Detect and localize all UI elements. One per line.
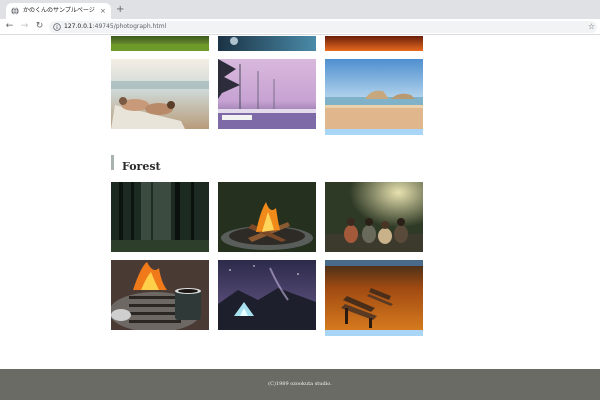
globe-icon	[11, 7, 19, 15]
dark-water-photo-icon[interactable]	[218, 36, 316, 51]
url-text[interactable]: 127.0.0.1:49745/photograph.html	[64, 22, 166, 32]
url-host: 127.0.0.1	[64, 23, 93, 30]
reload-icon[interactable]: ↻	[34, 21, 45, 32]
sandy-beach-photo-icon[interactable]	[325, 59, 423, 129]
grass-photo-icon[interactable]	[111, 36, 209, 51]
new-tab-icon[interactable]: +	[116, 4, 124, 15]
beach-lounge-photo-icon[interactable]	[111, 59, 209, 129]
coffee-grill-photo-icon[interactable]	[111, 260, 209, 330]
url-path: :49745/photograph.html	[92, 23, 167, 30]
night-tent-photo-icon[interactable]	[218, 260, 316, 330]
sunset-photo-icon[interactable]	[325, 36, 423, 51]
browser-tab-bar: かのくんのサンプルページ × +	[0, 0, 600, 19]
copyright-text: (C)1989 ozookuta studio.	[268, 381, 332, 387]
page-footer: (C)1989 ozookuta studio.	[0, 369, 600, 400]
marina-photo-icon[interactable]	[218, 59, 316, 129]
friends-camping-photo-icon[interactable]	[325, 182, 423, 252]
info-icon[interactable]	[53, 23, 61, 31]
back-arrow-icon[interactable]: ←	[4, 21, 15, 32]
page-content: Forest (C)1989 ozookuta studio.	[0, 36, 600, 400]
campfire-photo-icon[interactable]	[218, 182, 316, 252]
address-bar[interactable]: 127.0.0.1:49745/photograph.html ☆	[49, 21, 597, 33]
browser-toolbar: ← → ↻ 127.0.0.1:49745/photograph.html ☆	[0, 19, 600, 35]
close-icon[interactable]: ×	[100, 6, 106, 16]
section-title: Forest	[111, 155, 161, 173]
section-title-text: Forest	[122, 160, 161, 173]
tab-title: かのくんのサンプルページ	[23, 7, 95, 14]
dark-forest-photo-icon[interactable]	[111, 182, 209, 252]
bookmark-star-icon[interactable]: ☆	[588, 21, 595, 32]
selected-photo-highlight	[325, 129, 423, 135]
browser-tab[interactable]: かのくんのサンプルページ ×	[6, 3, 111, 19]
forward-arrow-icon[interactable]: →	[19, 21, 30, 32]
autumn-bench-photo-icon[interactable]	[325, 260, 423, 330]
selected-photo-highlight	[325, 330, 423, 336]
